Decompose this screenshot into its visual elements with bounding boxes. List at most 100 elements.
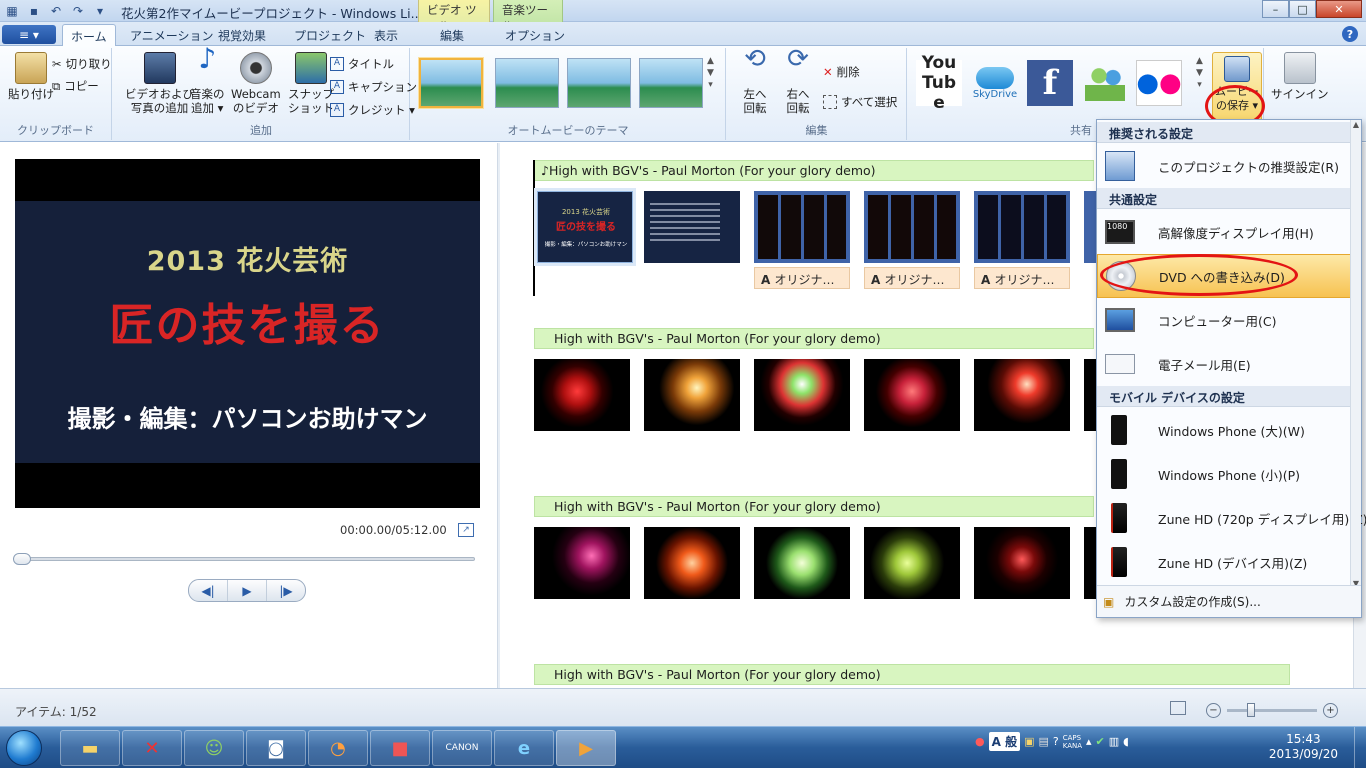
zoom-slider[interactable] <box>1227 703 1317 717</box>
clip-fireworks-2[interactable] <box>644 359 740 431</box>
help-icon[interactable]: ? <box>1342 26 1358 42</box>
taskbar-direct-canon[interactable]: CANON <box>432 730 492 766</box>
clip-fireworks-7[interactable] <box>644 527 740 599</box>
video-preview[interactable]: 2013 花火芸術 匠の技を撮る 撮影・編集：パソコンお助けマン <box>15 159 480 508</box>
menu-item-project-recommended[interactable]: このプロジェクトの推奨設定(R) <box>1097 144 1351 188</box>
caption-bar-1[interactable]: A オリジナ… <box>754 267 850 289</box>
rotate-right-button[interactable]: ⟳ 右へ 回転 <box>782 46 814 115</box>
seek-thumb[interactable] <box>13 553 31 565</box>
credit-button[interactable]: A クレジット ▾ <box>330 102 415 118</box>
add-video-photos-button[interactable]: ビデオおよび 写真の追加 <box>125 52 194 115</box>
facebook-button[interactable]: f <box>1027 60 1073 106</box>
tab-project[interactable]: プロジェクト <box>286 24 374 46</box>
windows-live-groups-button[interactable] <box>1082 60 1128 106</box>
taskbar-app-6[interactable]: ■ <box>370 730 430 766</box>
share-gallery-scroll[interactable]: ▲ ▼ ▾ <box>1196 56 1203 90</box>
menu-item-custom-settings[interactable]: ▣ カスタム設定の作成(S)... <box>1097 585 1361 617</box>
cut-button[interactable]: ✂ 切り取り <box>52 56 112 72</box>
close-button[interactable]: ✕ <box>1316 0 1362 18</box>
play-button[interactable]: ▶ <box>228 580 267 601</box>
title-button[interactable]: A タイトル <box>330 56 394 72</box>
tray-check-icon[interactable]: ✔ <box>1096 735 1105 748</box>
taskbar-internet-explorer[interactable]: e <box>494 730 554 766</box>
tab-view[interactable]: 表示 <box>366 24 406 46</box>
taskbar-messenger[interactable]: ☺ <box>184 730 244 766</box>
tray-icon-red[interactable]: ● <box>975 735 985 748</box>
tab-visual-effects[interactable]: 視覚効果 <box>210 24 274 46</box>
caption-button[interactable]: A キャプション <box>330 79 417 95</box>
fullscreen-icon[interactable]: ↗ <box>458 523 474 537</box>
zoom-out-button[interactable]: − <box>1206 703 1221 718</box>
caption-bar-3[interactable]: A オリジナ… <box>974 267 1070 289</box>
theme-thumbnail-2[interactable] <box>495 58 559 108</box>
tab-options[interactable]: オプション <box>497 24 573 46</box>
music-track-4[interactable]: High with BGV's - Paul Morton (For your … <box>534 664 1290 685</box>
zoom-in-button[interactable]: + <box>1323 703 1338 718</box>
youtube-button[interactable]: You Tube <box>916 53 962 113</box>
tray-icon-tools[interactable]: ▤ <box>1038 735 1048 748</box>
app-icon[interactable]: ▦ <box>2 1 22 20</box>
copy-button[interactable]: ⧉ コピー <box>52 78 99 94</box>
theme-thumbnail-default[interactable] <box>419 58 483 108</box>
storyboard-view-icon[interactable] <box>1170 701 1186 715</box>
webcam-video-button[interactable]: Webcam のビデオ <box>231 52 281 115</box>
pane-splitter[interactable] <box>497 143 500 688</box>
show-desktop-button[interactable] <box>1354 727 1366 768</box>
help-circle-icon[interactable]: ? <box>1053 735 1059 748</box>
start-button[interactable] <box>6 730 42 766</box>
save-icon[interactable]: ▪ <box>24 1 44 20</box>
clip-fireworks-3[interactable] <box>754 359 850 431</box>
menu-item-windows-phone-small[interactable]: Windows Phone (小)(P) <box>1097 452 1351 496</box>
skydrive-button[interactable]: SkyDrive <box>972 60 1018 106</box>
tray-expand-icon[interactable]: ▴ <box>1086 735 1092 748</box>
clip-title-1[interactable]: 2013 花火芸術 匠の技を撮る 撮影・編集：パソコンお助けマン <box>537 191 633 263</box>
menu-item-computer[interactable]: コンピューター用(C) <box>1097 298 1351 342</box>
clip-fireworks-6[interactable] <box>534 527 630 599</box>
menu-scrollbar[interactable]: ▲ ▼ <box>1350 120 1361 590</box>
clip-fireworks-5[interactable] <box>974 359 1070 431</box>
clip-collage-2[interactable] <box>864 191 960 263</box>
music-track-1[interactable]: ♪High with BGV's - Paul Morton (For your… <box>534 160 1094 181</box>
taskbar-camera-app[interactable]: ◙ <box>246 730 306 766</box>
theme-gallery-scroll[interactable]: ▲ ▼ ▾ <box>707 56 714 90</box>
taskbar-movie-maker[interactable]: ▶ <box>556 730 616 766</box>
clip-fireworks-10[interactable] <box>974 527 1070 599</box>
theme-thumbnail-4[interactable] <box>639 58 703 108</box>
select-all-button[interactable]: すべて選択 <box>823 94 897 110</box>
ime-indicator[interactable]: A 般 <box>988 732 1021 751</box>
qat-menu-icon[interactable]: ▾ <box>90 1 110 20</box>
paste-button[interactable]: 貼り付け <box>8 52 54 101</box>
tab-home[interactable]: ホーム <box>62 24 116 46</box>
theme-thumbnail-3[interactable] <box>567 58 631 108</box>
snapshot-button[interactable]: スナップ ショット <box>288 52 334 115</box>
next-frame-button[interactable]: |▶ <box>267 580 305 601</box>
add-music-button[interactable]: ♪ 音楽の 追加 ▾ <box>190 45 225 116</box>
clip-fireworks-1[interactable] <box>534 359 630 431</box>
seek-bar[interactable] <box>15 557 475 561</box>
undo-icon[interactable]: ↶ <box>46 1 66 20</box>
taskbar-app-2[interactable]: ✕ <box>122 730 182 766</box>
clock[interactable]: 15:43 2013/09/20 <box>1269 732 1338 762</box>
rotate-left-button[interactable]: ⟲ 左へ 回転 <box>739 46 771 115</box>
minimize-button[interactable]: – <box>1262 0 1289 18</box>
network-icon[interactable]: ▥ <box>1109 735 1119 748</box>
tab-edit[interactable]: 編集 <box>432 24 472 46</box>
menu-item-hd-display[interactable]: 1080 高解像度ディスプレイ用(H) <box>1097 210 1351 254</box>
menu-item-windows-phone-large[interactable]: Windows Phone (大)(W) <box>1097 408 1351 452</box>
signin-button[interactable]: サインイン <box>1271 52 1329 101</box>
volume-icon[interactable]: ◖ <box>1123 735 1129 748</box>
taskbar-explorer[interactable]: ▬ <box>60 730 120 766</box>
music-track-3[interactable]: High with BGV's - Paul Morton (For your … <box>534 496 1094 517</box>
clip-collage-3[interactable] <box>974 191 1070 263</box>
delete-button[interactable]: ✕ 削除 <box>823 64 860 80</box>
clip-fireworks-9[interactable] <box>864 527 960 599</box>
tray-icon-box[interactable]: ▣ <box>1024 735 1034 748</box>
zoom-slider-thumb[interactable] <box>1247 703 1255 717</box>
flickr-button[interactable]: ● ● <box>1136 60 1182 106</box>
menu-item-zune-hd-720p[interactable]: Zune HD (720p ディスプレイ用)(Z) <box>1097 496 1366 540</box>
clip-collage-1[interactable] <box>754 191 850 263</box>
redo-icon[interactable]: ↷ <box>68 1 88 20</box>
clip-fireworks-8[interactable] <box>754 527 850 599</box>
clip-fireworks-4[interactable] <box>864 359 960 431</box>
app-menu-button[interactable]: ≡ ▾ <box>2 25 56 44</box>
